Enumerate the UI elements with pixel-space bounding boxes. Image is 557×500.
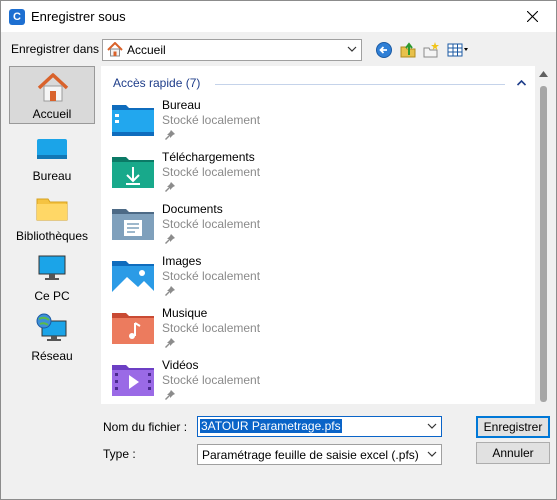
place-label: Réseau <box>31 349 73 363</box>
vertical-scrollbar[interactable] <box>535 66 552 404</box>
pictures-folder-icon <box>112 261 154 292</box>
location-label: Enregistrer dans : <box>11 42 106 56</box>
back-icon <box>376 42 392 58</box>
filename-field[interactable]: 3ATOUR Parametrage.pfs <box>197 416 442 437</box>
pin-icon <box>165 182 175 192</box>
save-as-dialog: C Enregistrer sous Enregistrer dans : Ac… <box>0 0 557 500</box>
cancel-button[interactable]: Annuler <box>476 442 550 464</box>
this-pc-icon <box>38 255 66 280</box>
view-menu-icon <box>447 43 468 57</box>
back-button[interactable] <box>375 41 395 59</box>
group-divider <box>215 84 505 85</box>
file-type-value: Paramétrage feuille de saisie excel (.pf… <box>202 448 419 462</box>
place-label: Bibliothèques <box>15 229 89 243</box>
network-icon <box>36 313 67 341</box>
item-status: Stocké localement <box>162 113 261 127</box>
collapse-chevron-icon[interactable] <box>517 80 526 86</box>
pin-icon <box>165 130 175 140</box>
location-value: Accueil <box>127 43 166 57</box>
location-row: Enregistrer dans : Accueil <box>1 33 556 65</box>
home-icon <box>37 73 69 102</box>
videos-folder-icon <box>112 365 154 396</box>
new-folder-icon <box>423 42 439 58</box>
list-item-documents[interactable]: Documents Stocké localement <box>109 201 409 253</box>
new-folder-button[interactable] <box>422 41 442 59</box>
filename-value[interactable]: 3ATOUR Parametrage.pfs <box>200 419 342 433</box>
place-bibliotheques[interactable]: Bibliothèques <box>9 187 95 245</box>
item-status: Stocké localement <box>162 165 261 179</box>
save-button[interactable]: Enregistrer <box>476 416 550 438</box>
desktop-icon <box>37 139 67 159</box>
pin-icon <box>165 390 175 400</box>
up-folder-icon <box>400 42 416 58</box>
item-status: Stocké localement <box>162 373 261 387</box>
list-item-musique[interactable]: Musique Stocké localement <box>109 305 409 357</box>
downloads-folder-icon <box>112 157 154 188</box>
place-label: Bureau <box>32 169 72 183</box>
close-icon <box>527 11 538 22</box>
chevron-down-icon[interactable] <box>427 423 437 429</box>
pin-icon <box>165 338 175 348</box>
item-status: Stocké localement <box>162 269 261 283</box>
item-status: Stocké localement <box>162 321 261 335</box>
pin-icon <box>165 286 175 296</box>
libraries-icon <box>36 198 68 221</box>
quick-access-header[interactable]: Accès rapide (7) <box>113 76 526 92</box>
scrollbar-thumb[interactable] <box>540 86 547 402</box>
list-item-videos[interactable]: Vidéos Stocké localement <box>109 357 409 409</box>
place-reseau[interactable]: Réseau <box>9 307 95 365</box>
list-item-bureau[interactable]: Bureau Stocké localement <box>109 97 409 149</box>
home-icon <box>107 42 123 57</box>
place-accueil[interactable]: Accueil <box>9 66 95 124</box>
place-label: Ce PC <box>34 289 70 303</box>
place-bureau[interactable]: Bureau <box>9 127 95 185</box>
desktop-folder-icon <box>112 105 154 136</box>
item-name: Musique <box>162 306 208 320</box>
window-title: Enregistrer sous <box>31 9 126 24</box>
scroll-up-arrow-icon[interactable] <box>539 71 548 77</box>
place-ce-pc[interactable]: Ce PC <box>9 247 95 305</box>
view-menu-button[interactable] <box>446 41 472 59</box>
list-item-telechargements[interactable]: Téléchargements Stocké localement <box>109 149 409 201</box>
item-name: Images <box>162 254 202 268</box>
list-item-images[interactable]: Images Stocké localement <box>109 253 409 305</box>
file-type-select[interactable]: Paramétrage feuille de saisie excel (.pf… <box>197 444 442 465</box>
item-name: Bureau <box>162 98 201 112</box>
type-label: Type : <box>103 447 136 461</box>
location-combo[interactable]: Accueil <box>102 39 362 61</box>
app-icon: C <box>9 9 25 25</box>
documents-folder-icon <box>112 209 154 240</box>
item-name: Téléchargements <box>162 150 255 164</box>
pin-icon <box>165 234 175 244</box>
filename-label: Nom du fichier : <box>103 420 188 434</box>
file-list-pane[interactable]: Accès rapide (7) Bureau Stocké localemen… <box>101 66 535 404</box>
chevron-down-icon <box>347 46 357 52</box>
item-name: Documents <box>162 202 223 216</box>
item-status: Stocké localement <box>162 217 261 231</box>
quick-access-title: Accès rapide (7) <box>113 76 205 90</box>
music-folder-icon <box>112 313 154 344</box>
places-bar: Accueil Bureau Bibliothèques Ce PC Résea… <box>7 66 96 488</box>
item-name: Vidéos <box>162 358 199 372</box>
up-folder-button[interactable] <box>399 41 419 59</box>
title-bar: C Enregistrer sous <box>1 1 556 32</box>
close-button[interactable] <box>510 1 556 32</box>
place-label: Accueil <box>32 107 72 121</box>
chevron-down-icon <box>427 451 437 457</box>
